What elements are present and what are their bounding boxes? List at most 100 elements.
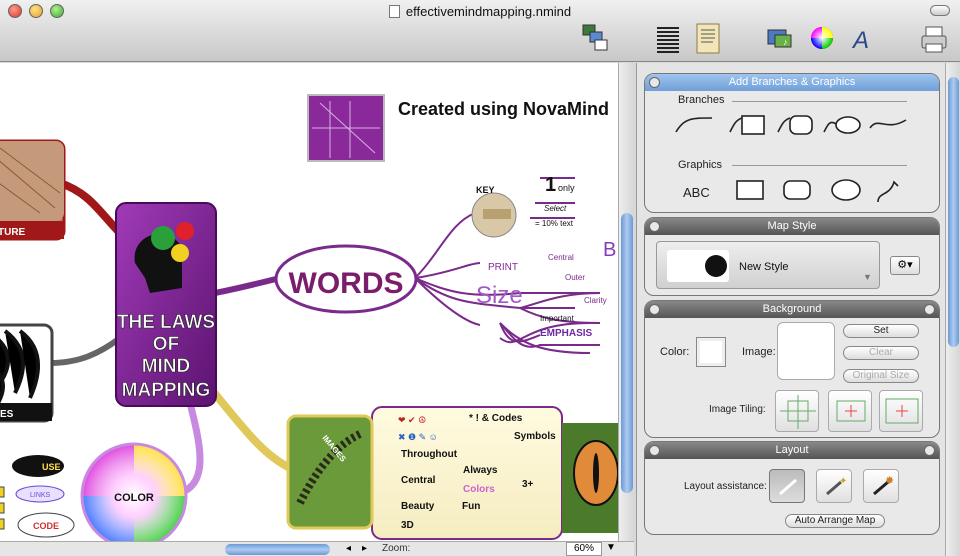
color-label: COLOR	[114, 492, 154, 504]
svg-text:A: A	[851, 27, 869, 54]
canvas-horizontal-scroll-thumb[interactable]	[225, 544, 330, 555]
oval-graphic-icon[interactable]	[831, 179, 861, 201]
graphics-section-label: Graphics	[678, 159, 723, 171]
toolbar-toggle-button[interactable]	[930, 5, 950, 16]
arrow-graphic-icon[interactable]	[877, 180, 899, 203]
background-expand-icon[interactable]	[924, 304, 935, 315]
tiling-center-button[interactable]	[828, 390, 872, 432]
fonts-icon[interactable]: A	[848, 22, 878, 56]
curved-branch-icon[interactable]	[675, 117, 713, 133]
style-gear-menu-icon[interactable]: ⚙▾	[890, 256, 920, 275]
layout-assist-label: Layout assistance:	[684, 481, 767, 492]
svg-text:✸: ✸	[885, 475, 894, 487]
only-label: only	[558, 183, 575, 193]
window-title-text: effectivemindmapping.nmind	[405, 4, 572, 19]
tiling-stretch-button[interactable]	[879, 390, 923, 432]
colors-icon[interactable]	[808, 22, 838, 56]
banner-text: Created using NovaMind	[398, 99, 609, 119]
code-node[interactable]: CODE	[17, 512, 75, 538]
zoom-dropdown-icon[interactable]: ▼	[606, 542, 616, 553]
rounded-graphic-icon[interactable]	[783, 180, 811, 200]
style-selector[interactable]: New Style ▼	[656, 241, 880, 289]
images-branch	[206, 385, 292, 472]
one-label: 1	[545, 174, 556, 196]
select-label: Select	[544, 204, 567, 213]
inspector-scroll-thumb[interactable]	[948, 77, 959, 347]
texture-node[interactable]: TURE	[0, 139, 66, 241]
auto-arrange-button[interactable]: Auto Arrange Map	[785, 514, 885, 528]
outline-icon[interactable]	[580, 22, 610, 56]
mind-map-canvas[interactable]: TURE ES THE LAWS OF MIND MAPPING Created…	[0, 63, 618, 541]
graphics-divider	[732, 165, 907, 166]
print-icon[interactable]	[920, 22, 950, 56]
svg-text:✦: ✦	[839, 476, 847, 487]
zebra-label: ES	[0, 409, 14, 420]
words-node[interactable]: WORDS	[274, 244, 418, 314]
links-node[interactable]: LINKS	[15, 485, 65, 503]
background-panel-title: Background	[762, 303, 822, 315]
tiling-tile-button[interactable]	[775, 390, 819, 432]
mind-map-drawing: TURE ES THE LAWS OF MIND MAPPING Created…	[0, 94, 618, 541]
svg-text:✖ ❶ ✎ ☺: ✖ ❶ ✎ ☺	[398, 432, 438, 442]
print-label: PRINT	[488, 262, 518, 273]
zoom-value-field[interactable]: 60%	[566, 542, 602, 556]
style-preview-icon	[705, 255, 727, 277]
always-label: Always	[463, 465, 498, 476]
texture-label: TURE	[0, 227, 26, 238]
box-branch-icon[interactable]	[741, 115, 765, 135]
central-line-1: THE LAWS	[117, 312, 215, 333]
zebra-node[interactable]: ES	[0, 323, 54, 423]
words-label: WORDS	[289, 267, 404, 300]
branch-tools	[675, 115, 907, 135]
zebra-branch	[49, 335, 122, 366]
texture-branch	[58, 179, 123, 236]
color-node[interactable]: COLOR	[80, 442, 188, 541]
collapse-mapstyle-button[interactable]	[649, 221, 660, 232]
box-graphic-icon[interactable]	[736, 180, 764, 200]
wave-branch-icon[interactable]	[869, 119, 907, 129]
layout-expand-icon[interactable]	[924, 445, 935, 456]
lines-icon[interactable]	[654, 22, 684, 56]
title-bar: effectivemindmapping.nmind ♪ A	[0, 0, 960, 62]
layout-panel-title: Layout	[775, 444, 809, 456]
oval-branch-icon[interactable]	[835, 116, 861, 134]
rounded-branch-icon[interactable]	[789, 115, 813, 135]
symbols-label: Symbols	[514, 431, 556, 442]
canvas-vertical-scrollbar[interactable]	[618, 63, 634, 541]
media-icon[interactable]: ♪	[765, 22, 795, 56]
emphasis-label: EMPHASIS	[540, 328, 593, 339]
background-color-well[interactable]	[696, 337, 726, 367]
use-label: USE	[42, 462, 61, 472]
background-image-well[interactable]	[777, 322, 835, 380]
assist-off-icon[interactable]	[769, 469, 805, 503]
key-node[interactable]: KEY	[471, 185, 517, 238]
assist-wand-icon[interactable]: ✦	[816, 469, 852, 503]
central-node[interactable]: THE LAWS OF MIND MAPPING	[115, 202, 217, 407]
collapse-layout-button[interactable]	[649, 445, 660, 456]
central-line-4: MAPPING	[122, 380, 211, 401]
set-image-button[interactable]: Set	[843, 324, 919, 338]
inspector-scrollbar[interactable]	[945, 63, 960, 556]
scroll-left-arrow-icon[interactable]: ◂	[346, 543, 351, 554]
window-title: effectivemindmapping.nmind	[0, 4, 960, 19]
canvas-vertical-scroll-thumb[interactable]	[621, 213, 633, 493]
notes-icon[interactable]	[694, 22, 724, 56]
scroll-right-arrow-icon[interactable]: ▸	[362, 543, 367, 554]
size-label: Size	[476, 282, 523, 309]
key-label: KEY	[476, 185, 495, 195]
image-label-text: Image:	[742, 346, 776, 358]
assist-magic-icon[interactable]: ✸	[863, 469, 899, 503]
use-node[interactable]: USE	[12, 455, 64, 477]
graphic-tools: ABC	[683, 179, 899, 203]
images-node[interactable]: IMAGES ❤ ✔ ☮ * ! & Codes ✖ ❶ ✎ ☺ Symbols…	[286, 406, 563, 540]
document-icon	[388, 5, 400, 18]
central-line-3: MIND	[142, 356, 191, 377]
original-size-button[interactable]: Original Size	[843, 369, 919, 383]
clear-image-button[interactable]: Clear	[843, 346, 919, 360]
svg-text:❤ ✔ ☮: ❤ ✔ ☮	[398, 415, 426, 425]
collapse-branches-button[interactable]	[649, 77, 660, 88]
branches-panel-title: Add Branches & Graphics	[728, 76, 856, 88]
collapse-background-button[interactable]	[649, 304, 660, 315]
central2-label: Central	[401, 475, 436, 486]
text-graphic-icon[interactable]: ABC	[683, 185, 710, 200]
